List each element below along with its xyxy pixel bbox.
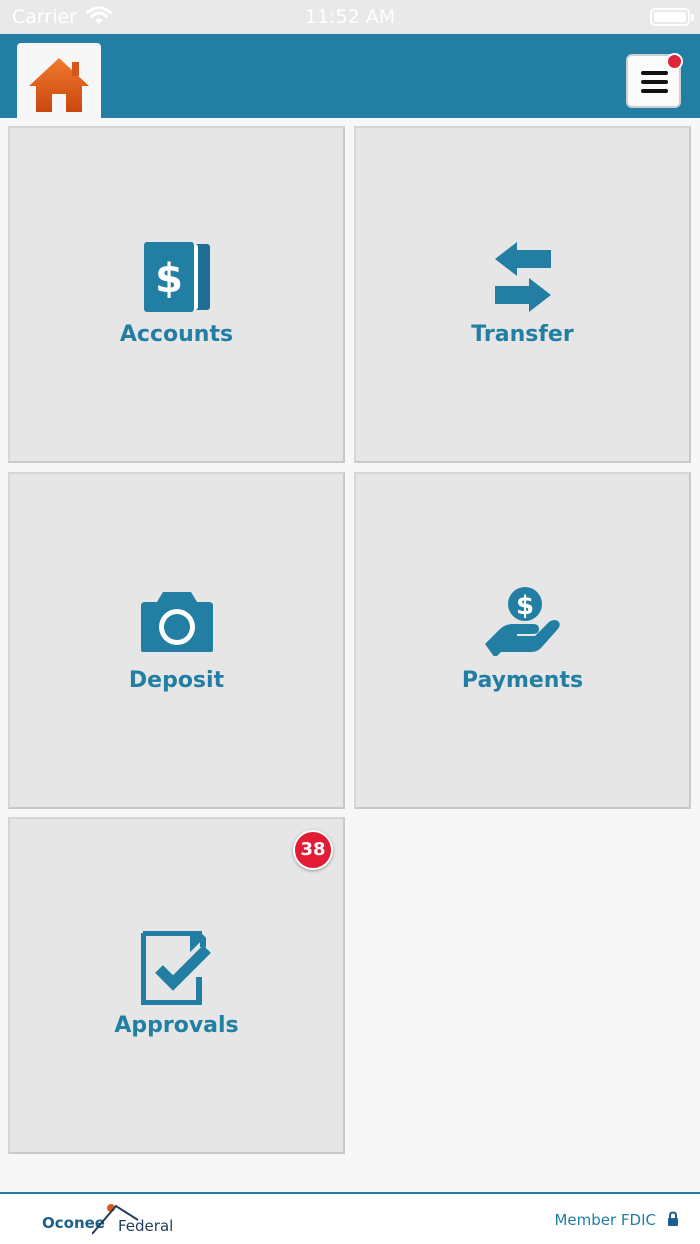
nav-bar xyxy=(0,34,700,118)
tile-transfer[interactable]: Transfer xyxy=(354,126,691,463)
battery-icon xyxy=(650,8,694,26)
transfer-arrows-icon xyxy=(356,242,689,317)
tile-label: Transfer xyxy=(471,322,574,347)
oconee-federal-logo: Oconee Federal xyxy=(42,1202,182,1240)
clock: 11:52 AM xyxy=(304,6,396,28)
member-fdic-label: Member FDIC xyxy=(554,1211,656,1229)
notification-dot xyxy=(666,53,683,70)
tile-approvals[interactable]: Approvals xyxy=(8,817,345,1154)
svg-text:$: $ xyxy=(155,256,183,302)
tile-label: Payments xyxy=(461,668,584,693)
approvals-count-badge: 38 xyxy=(293,830,333,870)
hamburger-menu-icon xyxy=(641,71,668,93)
checkbox-icon xyxy=(10,930,343,1010)
lock-icon xyxy=(668,1211,678,1226)
tile-payments[interactable]: $ Payments xyxy=(354,472,691,809)
svg-text:$: $ xyxy=(515,591,533,621)
tile-label: Accounts xyxy=(119,322,234,347)
footer: Oconee Federal Member FDIC xyxy=(0,1192,700,1244)
tile-label: Deposit xyxy=(128,668,225,693)
status-bar: Carrier 11:52 AM xyxy=(0,0,700,34)
home-icon xyxy=(29,58,89,112)
tile-accounts[interactable]: $ Accounts xyxy=(8,126,345,463)
tile-deposit[interactable]: Deposit xyxy=(8,472,345,809)
hand-coin-icon: $ xyxy=(356,586,689,661)
dollar-cards-icon: $ xyxy=(10,242,343,317)
camera-icon xyxy=(10,590,343,659)
home-tab[interactable] xyxy=(17,43,101,118)
tile-label: Approvals xyxy=(114,1013,239,1038)
logo-text-federal: Federal xyxy=(118,1217,174,1235)
